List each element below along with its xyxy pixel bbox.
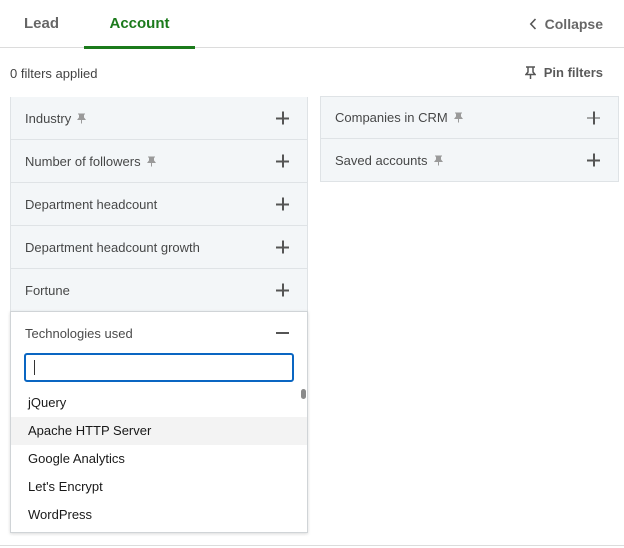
left-filter-column: Industry Number of followers Department …	[10, 97, 308, 312]
filter-label: Industry	[25, 110, 87, 126]
filters-bar: 0 filters applied Pin filters	[0, 48, 624, 98]
text-caret	[34, 360, 35, 375]
collapse-label: Collapse	[544, 16, 603, 32]
filter-tabs: Lead Account Collapse	[0, 0, 624, 49]
filter-label: Department headcount	[25, 196, 158, 212]
filter-row-department-headcount-growth[interactable]: Department headcount growth	[10, 226, 308, 269]
pin-icon[interactable]	[433, 155, 443, 166]
technologies-search-input[interactable]	[24, 353, 294, 382]
filter-label: Department headcount growth	[25, 239, 200, 255]
plus-icon[interactable]	[276, 240, 289, 254]
filter-label: Companies in CRM	[335, 110, 463, 125]
bottom-divider	[0, 545, 624, 546]
plus-icon[interactable]	[276, 154, 289, 168]
filter-label: Saved accounts	[335, 153, 443, 168]
filter-label-text: Number of followers	[25, 153, 141, 169]
option-item[interactable]: jQuery	[11, 389, 307, 417]
collapse-button[interactable]: Collapse	[529, 0, 603, 48]
pin-icon[interactable]	[77, 113, 87, 124]
filter-label: Number of followers	[25, 154, 156, 169]
filter-row-number-of-followers[interactable]: Number of followers	[10, 140, 308, 183]
filter-row-industry[interactable]: Industry	[10, 97, 308, 140]
right-filter-column: Companies in CRM Saved accounts	[320, 96, 619, 182]
plus-icon[interactable]	[276, 197, 289, 211]
minus-icon[interactable]	[276, 332, 289, 334]
filter-row-companies-in-crm[interactable]: Companies in CRM	[320, 96, 619, 139]
pin-filters-label: Pin filters	[543, 65, 603, 80]
tab-account[interactable]: Account	[84, 0, 195, 49]
filter-row-saved-accounts[interactable]: Saved accounts	[320, 139, 619, 182]
option-item[interactable]: Google Analytics	[11, 445, 307, 473]
option-item[interactable]: WordPress	[11, 501, 307, 529]
plus-icon[interactable]	[276, 283, 289, 297]
expanded-filter-label: Technologies used	[25, 326, 133, 341]
filter-row-fortune[interactable]: Fortune	[10, 269, 308, 312]
filters-applied-count: 0 filters applied	[10, 66, 98, 81]
chevron-left-icon	[529, 18, 536, 30]
expanded-filter-technologies-used: Technologies used jQuery Apache HTTP Ser…	[10, 311, 308, 533]
plus-icon[interactable]	[587, 153, 600, 167]
plus-icon[interactable]	[587, 111, 600, 124]
filter-row-department-headcount[interactable]: Department headcount	[10, 183, 308, 226]
pin-icon	[524, 65, 536, 79]
scrollbar-thumb[interactable]	[301, 389, 306, 399]
filter-label-text: Saved accounts	[335, 152, 428, 168]
filter-label-text: Companies in CRM	[335, 110, 448, 125]
pin-icon[interactable]	[453, 112, 463, 123]
pin-icon[interactable]	[146, 156, 156, 167]
filter-label-text: Industry	[25, 110, 72, 126]
pin-filters-button[interactable]: Pin filters	[524, 65, 603, 80]
plus-icon[interactable]	[276, 111, 289, 125]
filter-label: Fortune	[25, 282, 70, 298]
tab-account-label: Account	[109, 15, 170, 32]
technology-options-list: jQuery Apache HTTP Server Google Analyti…	[11, 389, 307, 529]
option-item[interactable]: Let's Encrypt	[11, 473, 307, 501]
option-item[interactable]: Apache HTTP Server	[11, 417, 307, 445]
tab-lead[interactable]: Lead	[24, 0, 59, 48]
